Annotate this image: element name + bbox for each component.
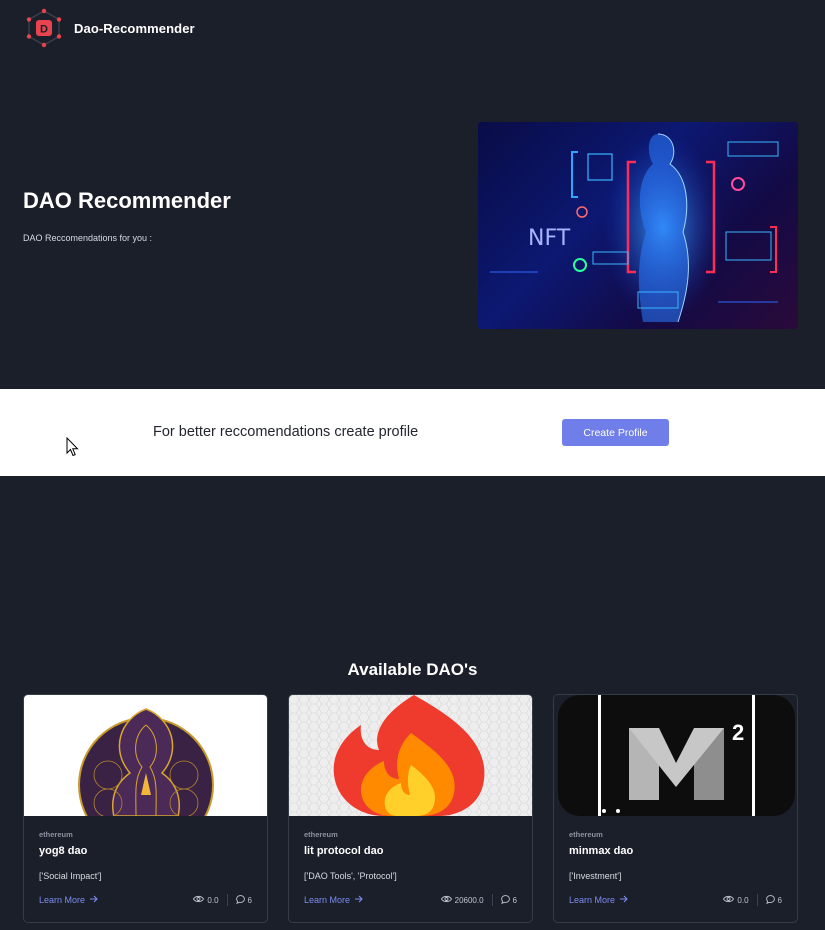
learn-more-label: Learn More: [39, 895, 86, 905]
section-title: Available DAO's: [347, 660, 478, 679]
view-count: 0.0: [207, 895, 219, 905]
logo-superscript: 2: [732, 720, 744, 745]
hero-title: DAO Recommender: [23, 188, 231, 213]
comment-count: 6: [247, 895, 252, 905]
dao-chain: ethereum: [569, 830, 603, 839]
learn-more-link[interactable]: Learn More: [304, 895, 364, 905]
stat-divider: [491, 894, 493, 906]
comment-icon: [765, 894, 775, 906]
dao-card-image: [289, 695, 532, 816]
dao-card: ethereum lit protocol dao ['DAO Tools', …: [288, 694, 533, 923]
dao-card: ethereum yog8 dao ['Social Impact'] Lear…: [23, 694, 268, 923]
dao-name: yog8 dao: [39, 845, 88, 857]
navbar: D Dao-Recommender: [24, 8, 195, 48]
logo-letter: D: [40, 24, 48, 36]
stat-divider: [226, 894, 228, 906]
hero-subtitle: DAO Reccomendations for you :: [23, 233, 153, 243]
nft-label: NFT: [528, 226, 571, 251]
eye-icon: [440, 895, 452, 905]
dao-categories: ['DAO Tools', 'Protocol']: [304, 871, 397, 881]
comment-icon: [500, 894, 510, 906]
dao-chain: ethereum: [304, 830, 338, 839]
arrow-right-icon: [620, 895, 629, 905]
dao-card: 2 ethereum minmax dao ['Investment'] Lea…: [553, 694, 798, 923]
arrow-right-icon: [90, 895, 99, 905]
dao-name: lit protocol dao: [304, 845, 384, 857]
arrow-right-icon: [355, 895, 364, 905]
dao-categories: ['Investment']: [569, 871, 622, 881]
view-count: 20600.0: [454, 895, 484, 905]
logo-icon[interactable]: D: [24, 8, 64, 48]
comment-count: 6: [512, 895, 517, 905]
learn-more-link[interactable]: Learn More: [569, 895, 629, 905]
create-profile-button[interactable]: Create Profile: [562, 419, 669, 446]
dao-card-image: [24, 695, 267, 816]
learn-more-label: Learn More: [569, 895, 616, 905]
eye-icon: [193, 895, 205, 905]
dao-card-image: 2: [554, 695, 797, 816]
comment-count: 6: [777, 895, 782, 905]
eye-icon: [723, 895, 735, 905]
learn-more-link[interactable]: Learn More: [39, 895, 99, 905]
hero-nft-image: NFT: [478, 122, 798, 329]
dao-categories: ['Social Impact']: [39, 871, 102, 881]
brand-name[interactable]: Dao-Recommender: [74, 21, 195, 36]
dao-name: minmax dao: [569, 845, 634, 857]
view-count: 0.0: [737, 895, 749, 905]
dao-chain: ethereum: [39, 830, 73, 839]
cursor-icon: [66, 436, 80, 457]
stat-divider: [756, 894, 758, 906]
profile-banner-text: For better reccomendations create profil…: [153, 424, 419, 440]
comment-icon: [235, 894, 245, 906]
learn-more-label: Learn More: [304, 895, 351, 905]
